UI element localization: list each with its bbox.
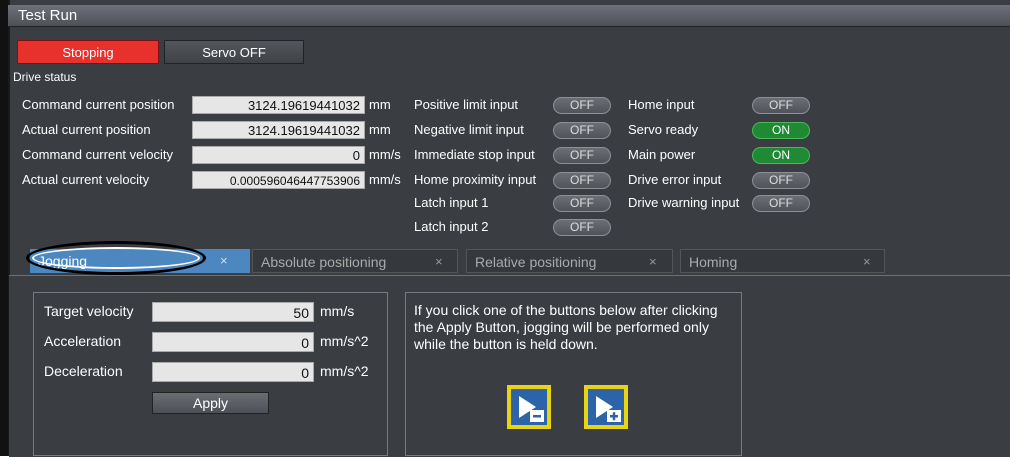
- highlight-oval: [26, 241, 206, 275]
- jog-negative-icon: [511, 389, 547, 425]
- close-icon[interactable]: ×: [435, 250, 443, 274]
- servo-off-button[interactable]: Servo OFF: [164, 40, 304, 64]
- input-label-positive-limit: Positive limit input: [414, 97, 519, 112]
- input-label-main-power: Main power: [628, 147, 696, 162]
- tab-absolute-positioning[interactable]: Absolute positioning ×: [252, 249, 458, 273]
- jog-positive-icon: [588, 389, 624, 425]
- input-label-latch-1: Latch input 1: [414, 195, 489, 210]
- target-velocity-unit: mm/s: [320, 303, 355, 319]
- main-power-indicator: ON: [752, 147, 810, 164]
- act-velocity-value: 0.000596046447753906: [192, 171, 365, 189]
- input-label-drive-warning: Drive warning input: [628, 195, 740, 210]
- drive-status-heading: Drive status: [13, 70, 77, 84]
- latch-1-indicator: OFF: [553, 195, 611, 212]
- acceleration-unit: mm/s^2: [320, 333, 369, 349]
- home-input-indicator: OFF: [752, 97, 810, 114]
- input-label-drive-error: Drive error input: [628, 172, 722, 187]
- servo-ready-indicator: ON: [752, 122, 810, 139]
- cmd-position-unit: mm: [369, 97, 391, 112]
- cmd-position-value: 3124.19619441032: [192, 96, 365, 114]
- tab-homing[interactable]: Homing ×: [680, 249, 885, 273]
- cmd-velocity-unit: mm/s: [369, 147, 401, 162]
- jog-negative-button[interactable]: [507, 385, 551, 429]
- input-label-home-proximity: Home proximity input: [414, 172, 537, 187]
- close-icon[interactable]: ×: [220, 249, 228, 273]
- tab-relative-positioning[interactable]: Relative positioning ×: [466, 249, 673, 273]
- drive-error-indicator: OFF: [752, 172, 810, 189]
- field-label-act-velocity: Actual current velocity: [22, 172, 150, 187]
- target-velocity-label: Target velocity: [44, 303, 134, 319]
- window-title: Test Run: [8, 5, 1010, 27]
- acceleration-input[interactable]: 0: [152, 332, 314, 352]
- input-label-latch-2: Latch input 2: [414, 219, 489, 234]
- act-position-value: 3124.19619441032: [192, 121, 365, 139]
- field-label-cmd-position: Command current position: [22, 97, 175, 112]
- deceleration-unit: mm/s^2: [320, 363, 369, 379]
- act-position-unit: mm: [369, 122, 391, 137]
- home-proximity-indicator: OFF: [553, 172, 611, 189]
- latch-2-indicator: OFF: [553, 219, 611, 236]
- input-label-negative-limit: Negative limit input: [414, 122, 524, 137]
- tab-label: Absolute positioning: [261, 254, 387, 270]
- deceleration-input[interactable]: 0: [152, 362, 314, 382]
- input-label-immediate-stop: Immediate stop input: [414, 147, 535, 162]
- close-icon[interactable]: ×: [863, 250, 871, 274]
- input-label-home: Home input: [628, 97, 695, 112]
- tab-label: Homing: [689, 254, 738, 270]
- drive-warning-indicator: OFF: [752, 195, 810, 212]
- instruction-text: If you click one of the buttons below af…: [414, 302, 718, 352]
- acceleration-label: Acceleration: [44, 333, 122, 349]
- field-label-cmd-velocity: Command current velocity: [22, 147, 173, 162]
- cmd-velocity-value: 0: [192, 146, 365, 164]
- target-velocity-input[interactable]: 50: [152, 302, 314, 322]
- act-velocity-unit: mm/s: [369, 172, 401, 187]
- apply-button[interactable]: Apply: [152, 392, 269, 414]
- stopping-button[interactable]: Stopping: [17, 40, 159, 64]
- immediate-stop-indicator: OFF: [553, 147, 611, 164]
- tab-label: Relative positioning: [475, 254, 597, 270]
- input-label-servo-ready: Servo ready: [628, 122, 699, 137]
- deceleration-label: Deceleration: [44, 363, 123, 379]
- close-icon[interactable]: ×: [649, 250, 657, 274]
- field-label-act-position: Actual current position: [22, 122, 151, 137]
- jog-positive-button[interactable]: [584, 385, 628, 429]
- negative-limit-indicator: OFF: [553, 122, 611, 139]
- positive-limit-indicator: OFF: [553, 97, 611, 114]
